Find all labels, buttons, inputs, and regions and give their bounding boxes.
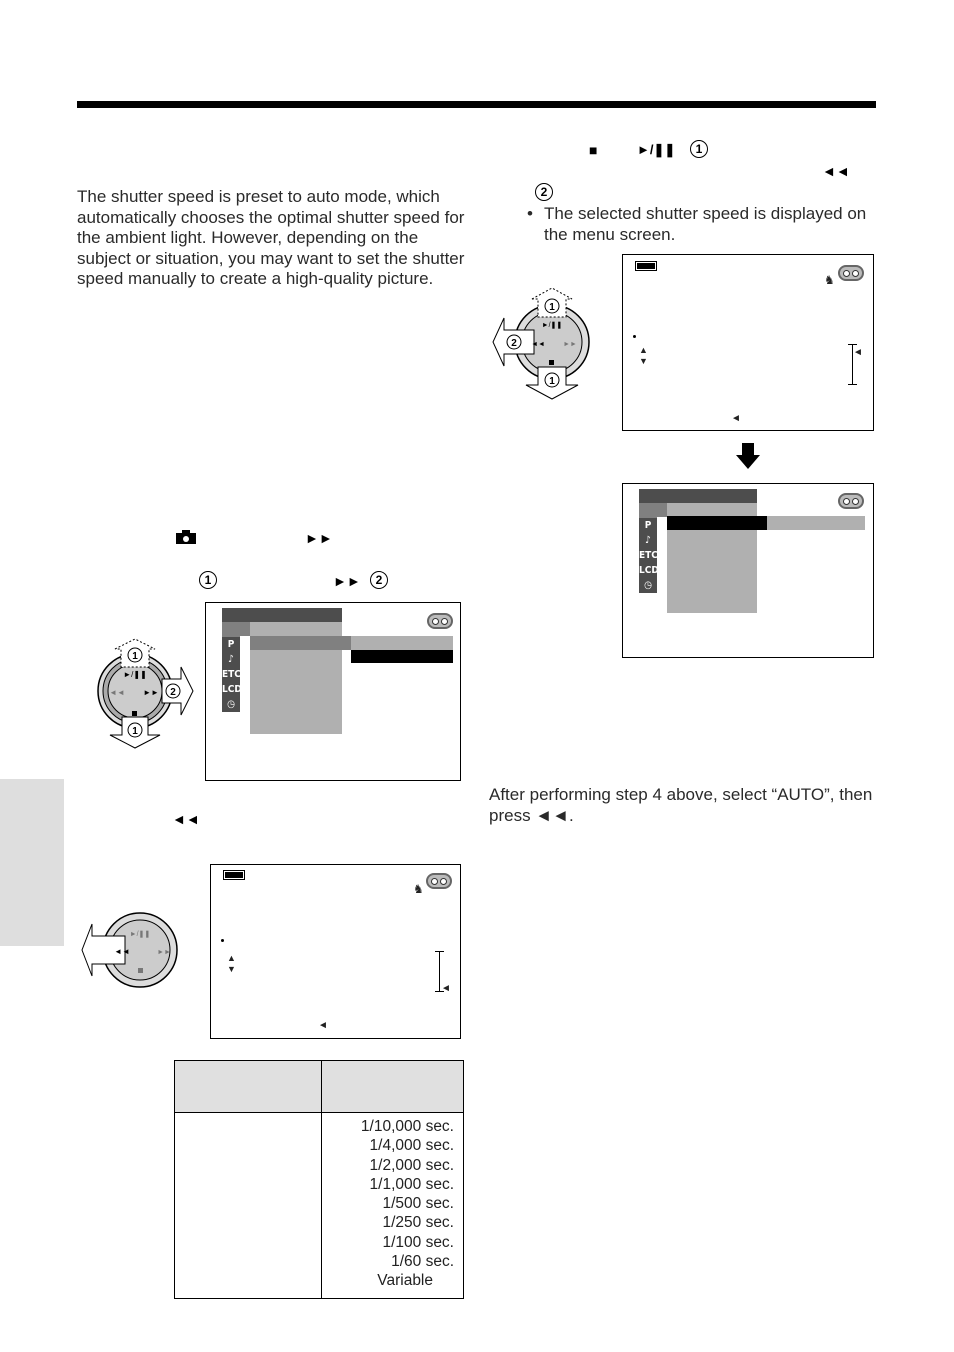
program-menu-icon[interactable]: P	[222, 637, 240, 652]
battery-icon	[223, 870, 245, 880]
lcd-menu-icon[interactable]: LCD	[639, 563, 659, 578]
mic-menu-icon[interactable]: ♪	[222, 652, 240, 667]
speed-value: 1/1,000 sec.	[369, 1175, 454, 1193]
control-dial-illustration: ►/❚❚ ►► ◄◄	[80, 910, 180, 990]
speed-value: 1/500 sec.	[382, 1195, 454, 1213]
etc-menu-icon[interactable]: ETC	[639, 548, 658, 563]
pointer-icon: ◄	[318, 1020, 328, 1031]
tape-icon	[426, 873, 452, 889]
step-circle-2: 2	[535, 183, 553, 201]
menu-item-selected[interactable]	[667, 516, 767, 530]
table-header-2	[321, 1060, 464, 1113]
submenu-value[interactable]	[767, 516, 865, 530]
step-circle-1: 1	[199, 571, 217, 589]
intro-paragraph: The shutter speed is preset to auto mode…	[77, 187, 465, 288]
down-arrow-icon	[736, 443, 760, 469]
svg-text:◄◄: ◄◄	[114, 947, 130, 956]
clock-menu-icon[interactable]: ◷	[222, 697, 240, 712]
fast-forward-icon: ►►	[305, 530, 333, 546]
speed-value: 1/4,000 sec.	[369, 1137, 454, 1155]
up-down-arrows-icon: ▲ ▼	[227, 953, 236, 974]
table-cell-empty	[174, 1112, 322, 1299]
rewind-icon: ◄◄	[822, 163, 850, 179]
header-rule	[77, 101, 876, 108]
level-pointer-icon: ◄	[853, 347, 863, 358]
subject-icon: ♞	[824, 273, 835, 287]
lcd-menu-icon[interactable]: LCD	[222, 682, 242, 697]
speed-value: 1/2,000 sec.	[369, 1156, 454, 1174]
menu-screen-step5: ▪ P ♪ ETC LCD ◷	[622, 483, 874, 658]
subject-icon: ♞	[413, 882, 424, 896]
speed-value: 1/10,000 sec.	[360, 1118, 454, 1135]
submenu-option-highlighted[interactable]	[351, 650, 453, 663]
svg-text:1: 1	[549, 376, 555, 387]
svg-text:1: 1	[549, 302, 555, 313]
step-circle-2: 2	[370, 571, 388, 589]
stop-icon: ■	[589, 142, 598, 158]
svg-text:►/❚❚: ►/❚❚	[130, 930, 151, 938]
camera-screen-step4: ♞ ▲ ▼ ◄ ◄	[210, 864, 461, 1039]
bullet-note: The selected shutter speed is displayed …	[544, 204, 867, 244]
svg-text:2: 2	[170, 687, 176, 698]
auto-reset-note: After performing step 4 above, select “A…	[489, 785, 873, 825]
pointer-icon: ◄	[731, 413, 741, 424]
tape-icon	[838, 265, 864, 281]
rewind-icon: ◄◄	[172, 811, 200, 827]
menu-item-selected[interactable]	[250, 636, 351, 650]
play-pause-icon: ►/❚❚	[637, 142, 676, 157]
step-circle-1: 1	[690, 140, 708, 158]
svg-text:►►: ►►	[157, 949, 171, 956]
speed-list: 1/10,000 sec. 1/4,000 sec. 1/2,000 sec. …	[321, 1112, 464, 1299]
clock-menu-icon[interactable]: ◷	[639, 578, 657, 593]
section-side-tab	[0, 779, 64, 946]
svg-text:►/❚❚: ►/❚❚	[123, 670, 147, 679]
svg-text:◄◄: ◄◄	[109, 688, 125, 697]
fast-forward-icon: ►►	[333, 573, 361, 589]
menu-title-bar	[222, 608, 342, 622]
menu-screen-step3: ▪ P ♪ ETC LCD ◷	[205, 602, 461, 781]
etc-menu-icon[interactable]: ETC	[222, 667, 241, 682]
control-dial-illustration: 1 ►/❚❚ ►► 1 2 ◄◄	[490, 285, 600, 400]
level-indicator	[439, 951, 440, 991]
svg-text:2: 2	[511, 338, 517, 349]
up-down-arrows-icon: ▲ ▼	[639, 345, 648, 366]
mic-menu-icon[interactable]: ♪	[639, 533, 657, 548]
tape-icon	[838, 493, 864, 509]
menu-title-bar	[639, 489, 757, 503]
battery-icon	[635, 261, 657, 271]
program-menu-icon[interactable]: P	[639, 518, 657, 533]
speed-value: 1/250 sec.	[382, 1214, 454, 1232]
svg-text:◄◄: ◄◄	[531, 341, 545, 348]
submenu-option[interactable]	[351, 636, 453, 650]
shutter-speed-table: 1/10,000 sec. 1/4,000 sec. 1/2,000 sec. …	[174, 1060, 464, 1299]
svg-text:►/❚❚: ►/❚❚	[542, 321, 563, 329]
svg-text:►►: ►►	[143, 688, 159, 697]
level-pointer-icon: ◄	[441, 983, 451, 994]
svg-text:►►: ►►	[563, 341, 577, 348]
speed-value: Variable	[377, 1272, 433, 1290]
table-header-1	[174, 1060, 322, 1113]
camera-screen-step5: ♞ ▲ ▼ ◄ ◄	[622, 254, 874, 431]
svg-text:1: 1	[132, 726, 138, 737]
camera-icon	[176, 530, 196, 544]
speed-value: 1/100 sec.	[382, 1233, 454, 1251]
control-dial-illustration: 1 ►/❚❚ ◄◄ ►► 1 2	[85, 637, 195, 749]
svg-text:1: 1	[132, 651, 138, 662]
speed-value: 1/60 sec.	[391, 1253, 454, 1271]
tape-icon	[427, 613, 453, 629]
